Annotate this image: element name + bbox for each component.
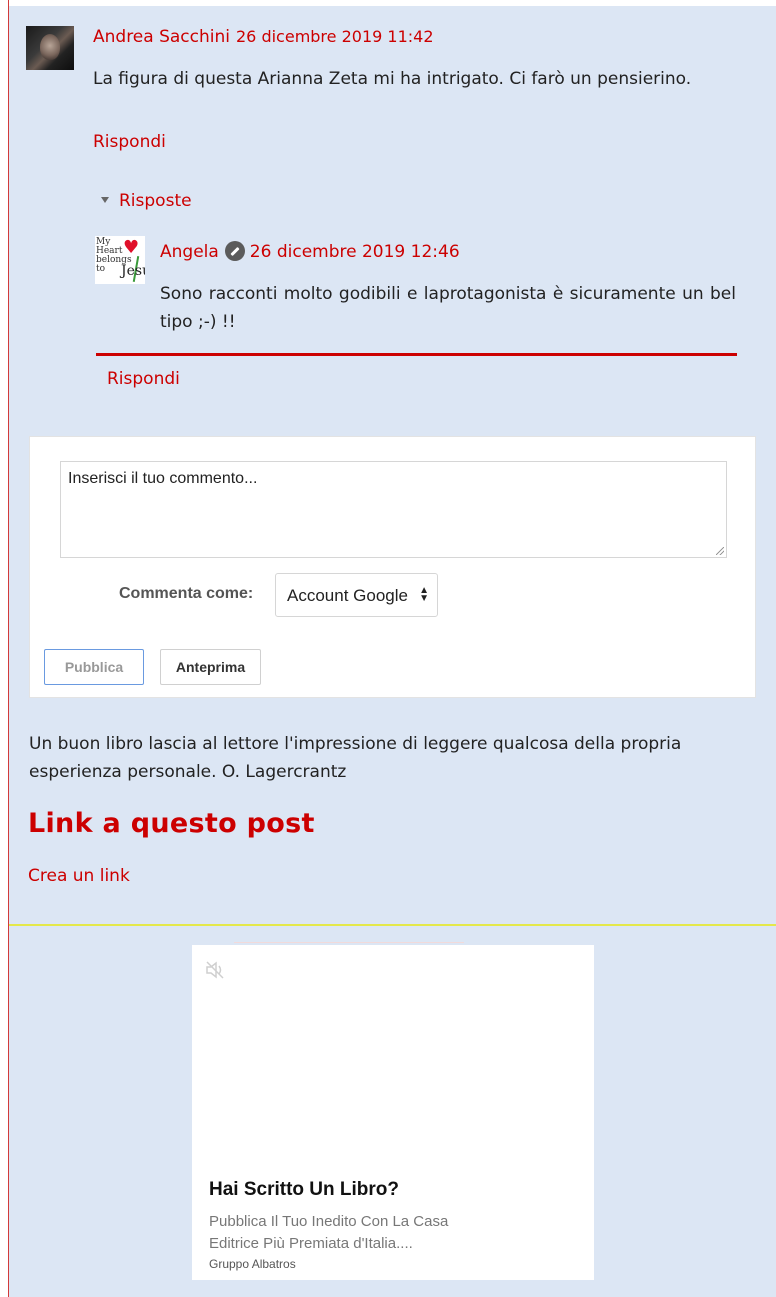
replies-toggle-label: Risposte bbox=[119, 191, 192, 211]
ad-description-line: Pubblica Il Tuo Inedito Con La Casa bbox=[209, 1213, 449, 1230]
comment-header: Andrea Sacchini 26 dicembre 2019 11:42 bbox=[93, 27, 434, 47]
ad-title[interactable]: Hai Scritto Un Libro? bbox=[209, 1179, 399, 1201]
preview-button[interactable]: Anteprima bbox=[160, 649, 261, 685]
reply-header: Angela 26 dicembre 2019 12:46 bbox=[160, 241, 460, 262]
heart-icon: ♥ bbox=[123, 237, 140, 258]
section-title: Link a questo post bbox=[28, 808, 315, 839]
comment-as-select[interactable]: Account Google ▲ ▼ bbox=[275, 573, 438, 617]
reply-body: Sono racconti molto godibili e laprotago… bbox=[160, 284, 736, 332]
comment-as-label: Commenta come: bbox=[119, 585, 254, 602]
create-link[interactable]: Crea un link bbox=[28, 866, 130, 886]
resize-handle-icon[interactable] bbox=[716, 547, 724, 555]
comment-author-link[interactable]: Andrea Sacchini bbox=[93, 27, 230, 47]
comment-placeholder: Inserisci il tuo commento... bbox=[68, 470, 258, 487]
avatar-text: Jesus bbox=[121, 263, 145, 279]
comment-form: Inserisci il tuo commento... Commenta co… bbox=[29, 436, 756, 698]
reply-author-link[interactable]: Angela bbox=[160, 242, 219, 262]
reply-link[interactable]: Rispondi bbox=[107, 369, 180, 389]
avatar[interactable]: My Heart belongs to ♥ Jesus bbox=[95, 236, 145, 284]
pencil-icon bbox=[224, 241, 245, 261]
publish-button[interactable]: Pubblica bbox=[44, 649, 144, 685]
reply-date-link[interactable]: 26 dicembre 2019 12:46 bbox=[250, 242, 460, 262]
comment-textarea[interactable]: Inserisci il tuo commento... bbox=[60, 461, 727, 558]
ad-description: Pubblica Il Tuo Inedito Con La Casa Edit… bbox=[209, 1211, 484, 1255]
quote-text: Un buon libro lascia al lettore l'impres… bbox=[29, 734, 682, 782]
reply-divider bbox=[96, 353, 737, 356]
avatar-text: My Heart belongs to bbox=[96, 237, 132, 274]
mute-icon[interactable] bbox=[204, 959, 226, 981]
comment-as-value: Account Google bbox=[287, 586, 408, 605]
ad-card[interactable]: Hai Scritto Un Libro? Pubblica Il Tuo In… bbox=[192, 942, 594, 1280]
ad-source: Gruppo Albatros bbox=[209, 1257, 296, 1271]
top-divider bbox=[9, 0, 776, 6]
caret-down-icon bbox=[101, 197, 109, 203]
comment-body: La figura di questa Arianna Zeta mi ha i… bbox=[93, 69, 692, 89]
select-arrows-icon: ▲ ▼ bbox=[419, 585, 429, 604]
avatar[interactable] bbox=[26, 26, 74, 70]
replies-toggle[interactable]: Risposte bbox=[101, 191, 192, 211]
section-divider bbox=[9, 924, 776, 926]
comment-date-link[interactable]: 26 dicembre 2019 11:42 bbox=[236, 27, 434, 46]
reply-link[interactable]: Rispondi bbox=[93, 132, 166, 152]
blog-page: Andrea Sacchini 26 dicembre 2019 11:42 La… bbox=[8, 0, 776, 1297]
ad-description-line: Editrice Più Premiata d'Italia.... bbox=[209, 1235, 413, 1252]
